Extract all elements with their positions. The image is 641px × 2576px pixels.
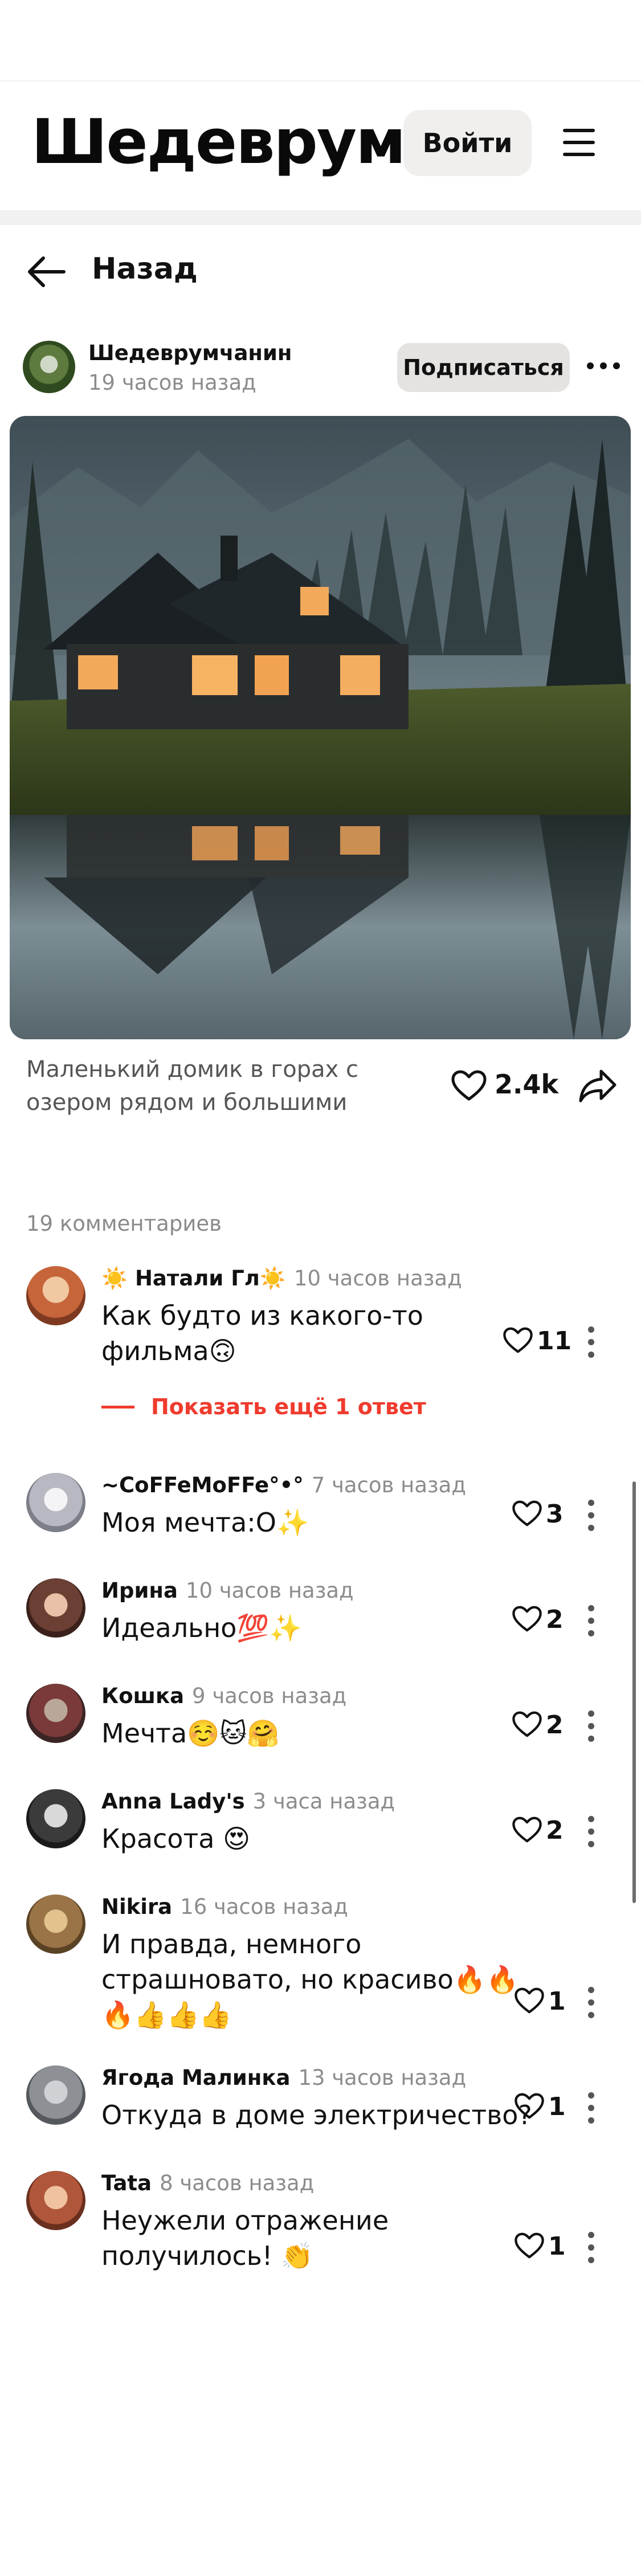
comment-like-count: 1 <box>548 2232 566 2261</box>
subscribe-button[interactable]: Подписаться <box>397 343 570 392</box>
comment-time: 10 часов назад <box>293 1266 462 1291</box>
status-area <box>0 0 641 81</box>
more-options-icon[interactable] <box>588 2092 595 2125</box>
comment-line: страшновато, но красиво🔥🔥 <box>101 1964 519 1995</box>
comment-like-count: 11 <box>537 1326 572 1356</box>
comment-line: Неужели отражение <box>101 2205 389 2236</box>
more-options-icon[interactable] <box>588 1605 595 1638</box>
comment-author[interactable]: Nikira <box>101 1895 172 1919</box>
comment-time: 13 часов назад <box>298 2065 467 2090</box>
comment-like-count: 1 <box>548 1987 566 2016</box>
comment-text: Как будто из какого-то фильма🙃 <box>101 1298 423 1369</box>
post-like-count: 2.4k <box>495 1069 559 1100</box>
hamburger-icon[interactable] <box>563 129 597 156</box>
avatar[interactable] <box>26 2065 85 2125</box>
comment-header: ☀️ Натали Гл☀️ 10 часов назад <box>101 1266 462 1291</box>
comment-like-count: 2 <box>546 1605 564 1634</box>
heart-icon[interactable] <box>514 1987 545 2014</box>
comment-line: Как будто из какого-то <box>101 1300 423 1331</box>
comment-time: 7 часов назад <box>311 1473 466 1497</box>
comment-time: 16 часов назад <box>180 1895 348 1919</box>
site-logo[interactable]: Шедеврум <box>31 112 406 173</box>
more-options-icon[interactable] <box>588 2232 595 2265</box>
heart-icon[interactable] <box>514 2232 545 2259</box>
comment-line: получилось! 👏 <box>101 2240 314 2271</box>
avatar[interactable] <box>26 1684 85 1743</box>
heart-icon[interactable] <box>512 1500 542 1527</box>
comment-header: Nikira 16 часов назад <box>101 1895 348 1919</box>
avatar[interactable] <box>26 1789 85 1848</box>
show-more-divider <box>101 1406 134 1409</box>
comment-time: 8 часов назад <box>160 2171 315 2195</box>
comment-line: Откуда в доме электричество? <box>101 2100 532 2130</box>
comment-time: 9 часов назад <box>192 1684 347 1708</box>
heart-icon[interactable] <box>514 2092 545 2120</box>
comment-author[interactable]: ☀️ Натали Гл☀️ <box>101 1266 286 1291</box>
author-name[interactable]: Шедеврумчанин <box>88 341 292 365</box>
comment-header: Tata 8 часов назад <box>101 2171 314 2195</box>
author-avatar[interactable] <box>23 341 75 393</box>
comment-line: Красота 😍 <box>101 1823 251 1854</box>
more-options-icon[interactable] <box>588 1987 595 2020</box>
comment-text: Откуда в доме электричество? <box>101 2097 532 2133</box>
caption-line: Маленький домик в горах с <box>26 1056 359 1083</box>
post-time: 19 часов назад <box>88 370 256 395</box>
comment-author[interactable]: Tata <box>101 2171 152 2195</box>
back-link[interactable]: Назад <box>92 254 198 284</box>
comment-text: Идеально💯✨ <box>101 1610 302 1646</box>
comment-text: Мечта☺️🐱🤗 <box>101 1716 280 1751</box>
share-icon[interactable] <box>578 1068 617 1103</box>
comment-header: Anna Lady's 3 часа назад <box>101 1789 395 1814</box>
avatar[interactable] <box>26 1266 85 1325</box>
comment-author[interactable]: Кошка <box>101 1684 184 1708</box>
comment-text: И правда, немного страшновато, но красиво… <box>101 1926 518 2032</box>
scrollbar[interactable] <box>632 1481 636 1903</box>
comment-line: фильма🙃 <box>101 1336 236 1366</box>
comments-count: 19 комментариев <box>26 1211 222 1236</box>
comment-text: Неужели отражение получилось! 👏 <box>101 2203 389 2273</box>
comment-like-count: 2 <box>546 1710 564 1740</box>
comment-header: Ирина 10 часов назад <box>101 1578 354 1603</box>
heart-icon[interactable] <box>512 1816 542 1843</box>
more-options-icon[interactable] <box>588 1710 595 1744</box>
comment-time: 3 часа назад <box>252 1789 395 1814</box>
arrow-left-icon[interactable] <box>26 255 66 289</box>
comment-text: Моя мечта:О✨ <box>101 1505 309 1540</box>
comment-author[interactable]: Anna Lady's <box>101 1789 245 1814</box>
comment-author[interactable]: Ирина <box>101 1578 178 1603</box>
comment-like-count: 2 <box>546 1816 564 1845</box>
comment-like-count: 1 <box>548 2092 566 2121</box>
comment-header: Ягода Малинка 13 часов назад <box>101 2065 466 2090</box>
more-options-icon[interactable] <box>588 1816 595 1849</box>
more-options-icon[interactable] <box>588 1326 595 1360</box>
comment-line: Моя мечта:О✨ <box>101 1507 309 1538</box>
comment-like-count: 3 <box>546 1500 564 1529</box>
post-caption: Маленький домик в горах с озером рядом и… <box>26 1053 391 1119</box>
heart-icon[interactable] <box>451 1069 487 1101</box>
comment-author[interactable]: ~CoFFeMoFFe°•° <box>101 1473 304 1497</box>
header-divider <box>0 210 641 225</box>
post-image[interactable] <box>10 416 631 1039</box>
show-more-replies-button[interactable]: Показать ещё 1 ответ <box>151 1394 426 1419</box>
comment-line: Мечта☺️🐱🤗 <box>101 1718 280 1749</box>
avatar[interactable] <box>26 1895 85 1954</box>
login-button[interactable]: Войти <box>403 110 532 176</box>
comment-author[interactable]: Ягода Малинка <box>101 2065 290 2090</box>
caption-line: озером рядом и большими <box>26 1089 348 1116</box>
heart-icon[interactable] <box>512 1605 542 1632</box>
comment-line: 🔥👍👍👍 <box>101 1999 232 2030</box>
comment-text: Красота 😍 <box>101 1821 250 1856</box>
avatar[interactable] <box>26 2171 85 2230</box>
more-options-icon[interactable] <box>587 362 621 370</box>
comment-time: 10 часов назад <box>185 1578 354 1603</box>
more-options-icon[interactable] <box>588 1500 595 1533</box>
heart-icon[interactable] <box>503 1326 533 1354</box>
heart-icon[interactable] <box>512 1710 542 1738</box>
comment-header: Кошка 9 часов назад <box>101 1684 346 1708</box>
avatar[interactable] <box>26 1578 85 1638</box>
comment-line: И правда, немного <box>101 1929 362 1959</box>
comment-line: Идеально💯✨ <box>101 1612 302 1643</box>
avatar[interactable] <box>26 1473 85 1532</box>
comment-header: ~CoFFeMoFFe°•° 7 часов назад <box>101 1473 466 1497</box>
